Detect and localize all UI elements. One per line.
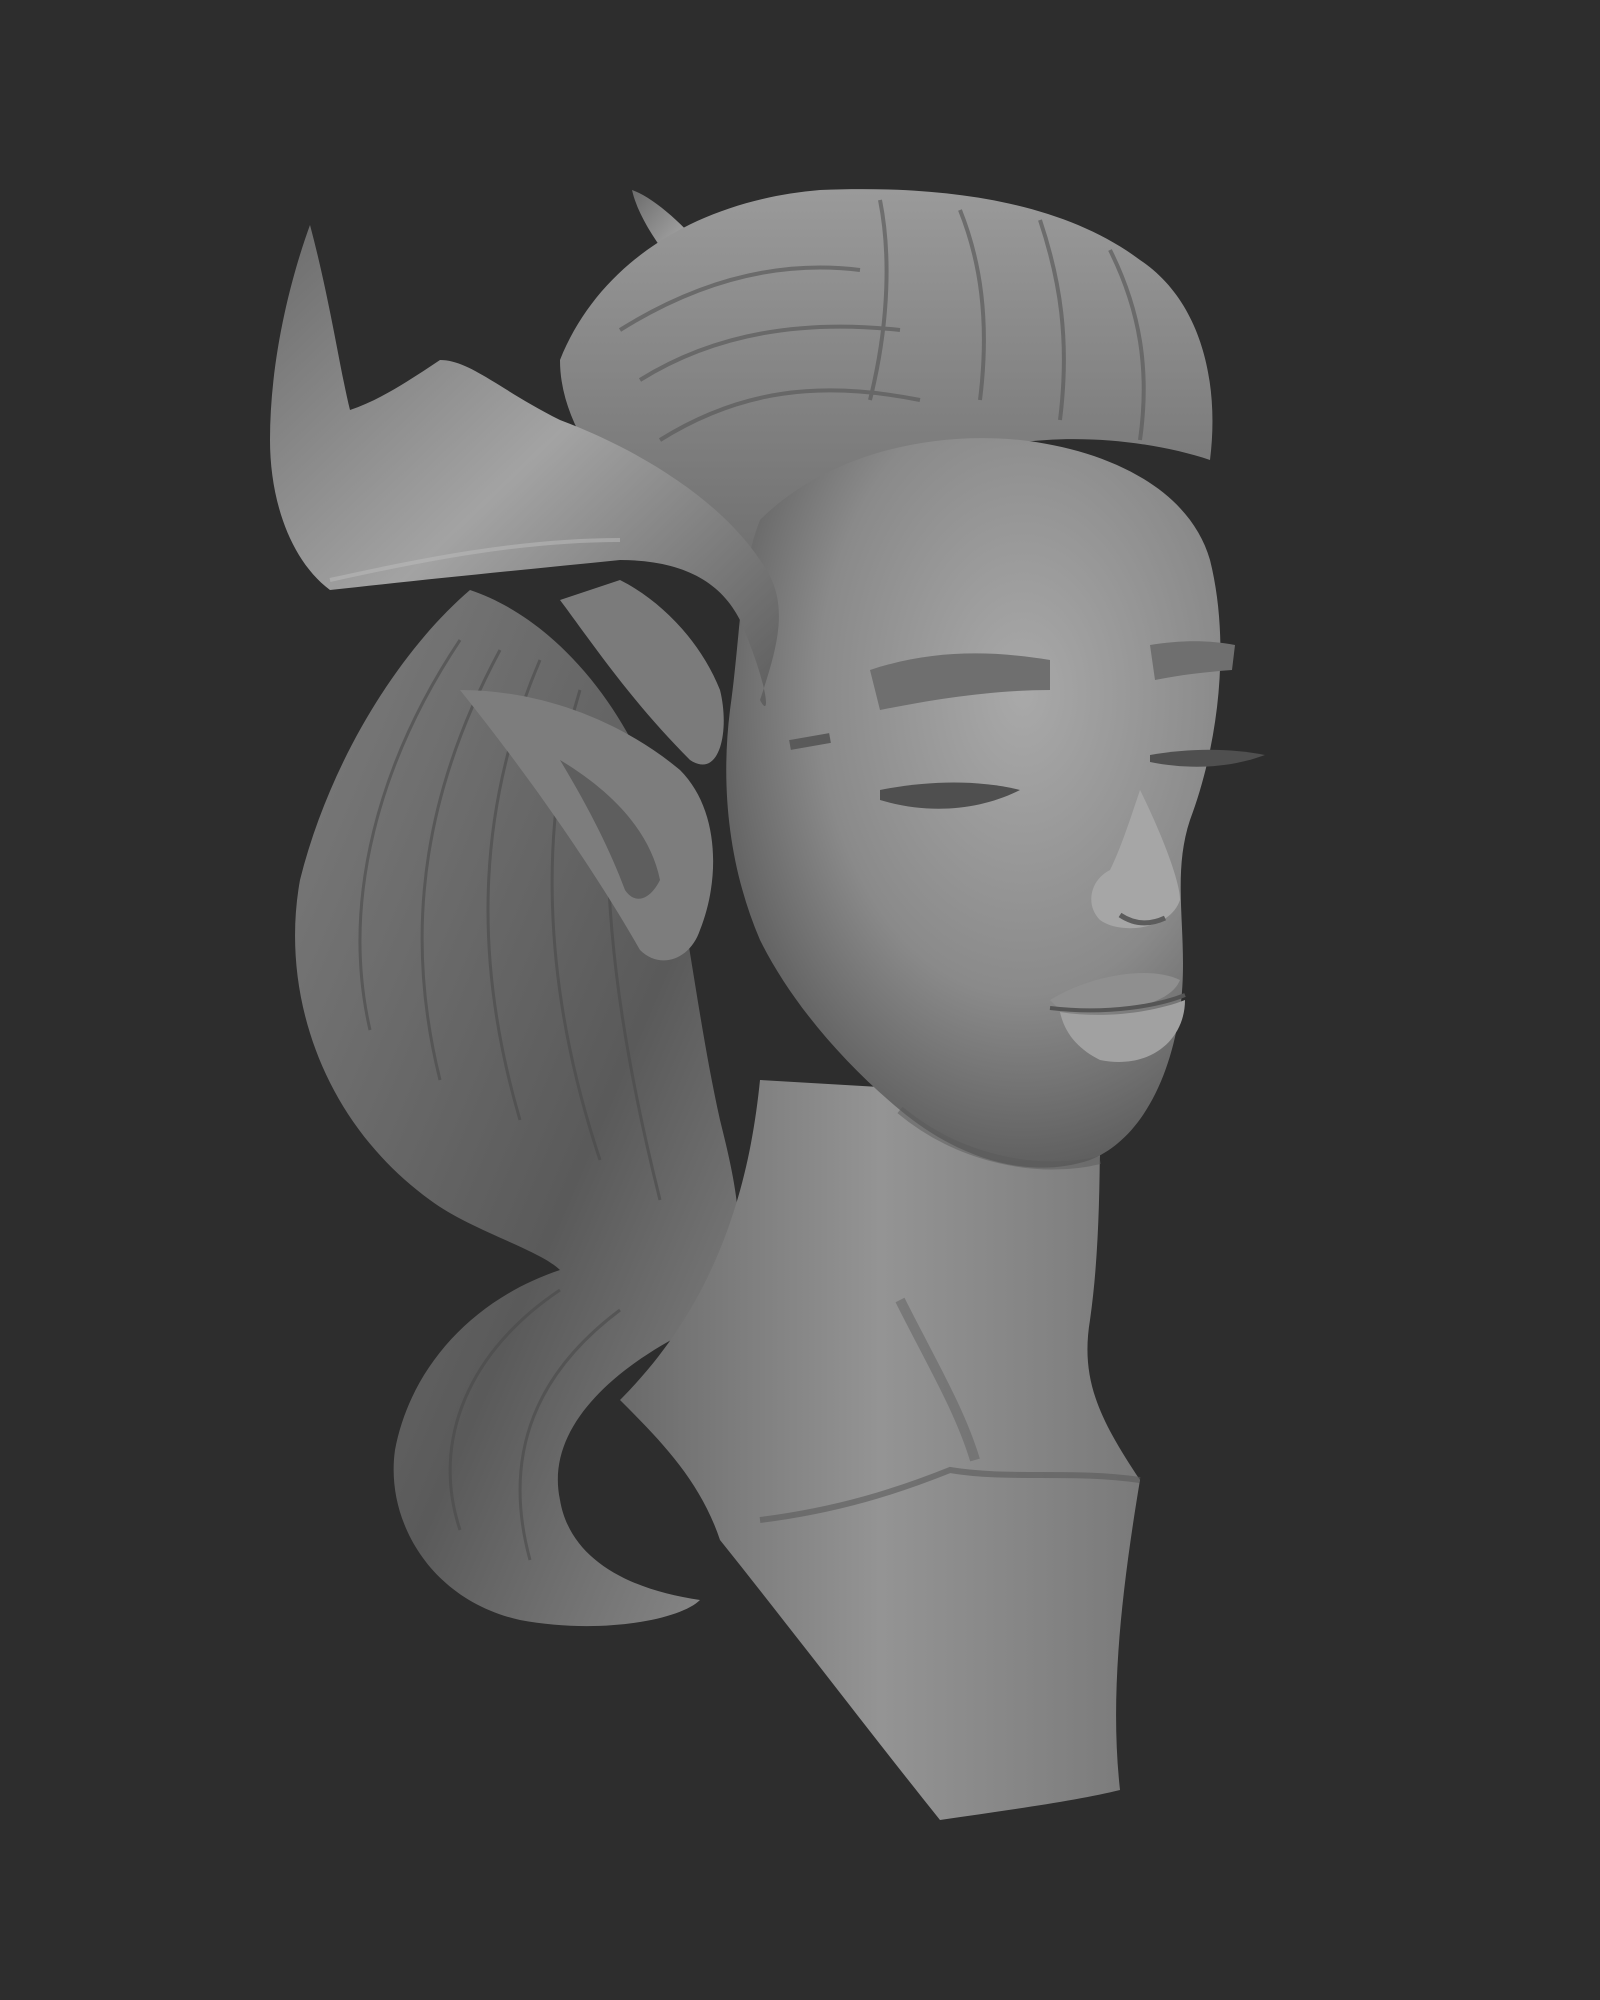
bust-render [270, 189, 1265, 1820]
sculpt-viewport[interactable] [0, 0, 1600, 2000]
lash-left [789, 733, 831, 750]
